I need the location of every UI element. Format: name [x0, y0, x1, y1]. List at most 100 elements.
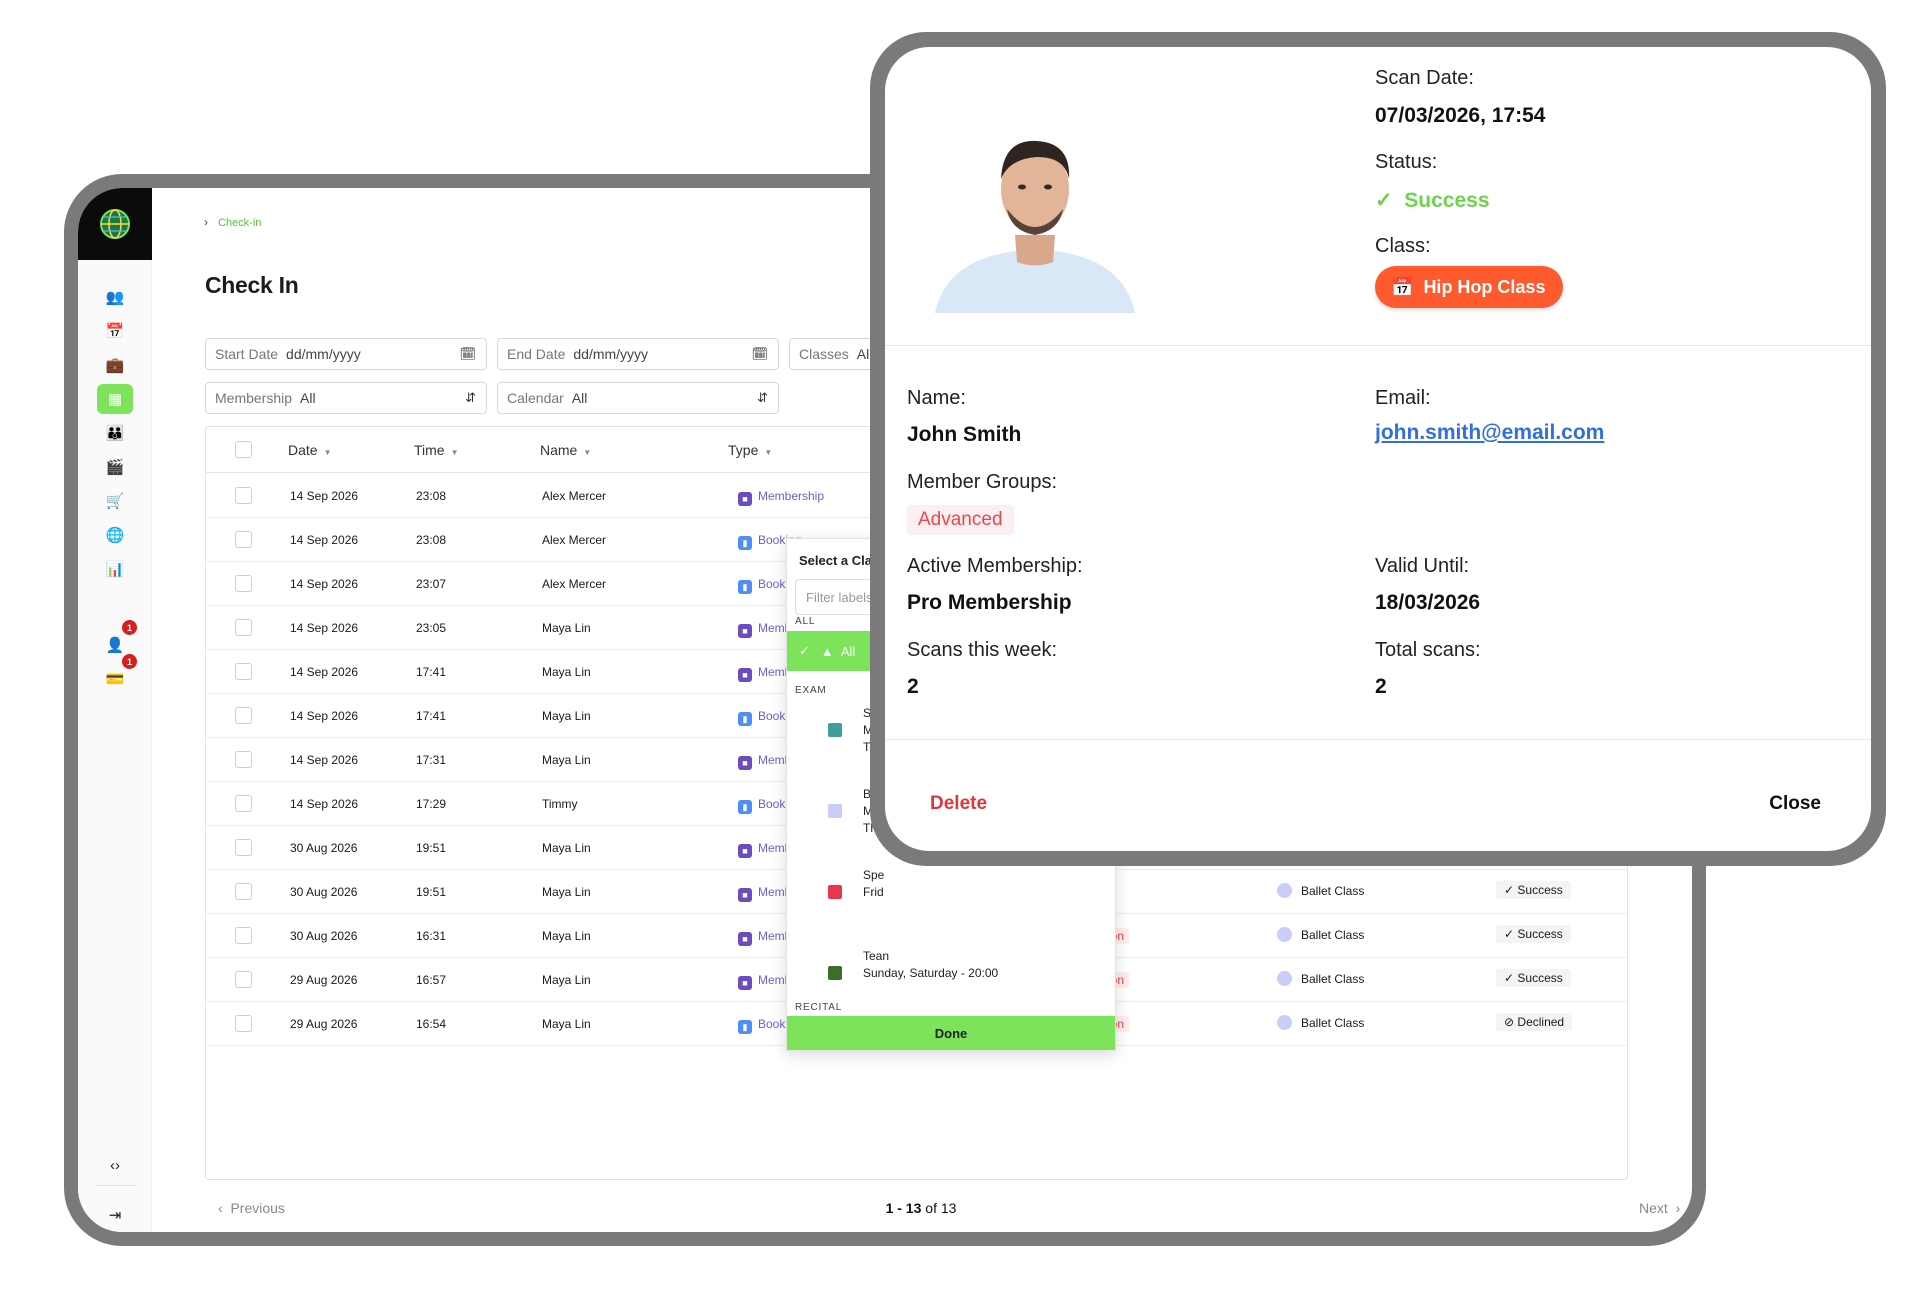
classes-label: Classes [799, 346, 849, 362]
status-badge: ✓ Success [1496, 881, 1571, 899]
select-all-checkbox[interactable] [235, 441, 252, 458]
breadcrumb-current[interactable]: Check-in [218, 217, 261, 229]
row-time: 23:07 [416, 577, 447, 591]
row-type: ■ Membership [738, 489, 824, 506]
check-icon: ✓ [1375, 189, 1393, 212]
pagination-range: 1 - 13 [885, 1200, 922, 1216]
groups-icon[interactable]: 👪 [97, 418, 133, 448]
row-class-label: Ballet Class [1301, 928, 1365, 942]
col-name[interactable]: Name ▼ [540, 442, 591, 458]
report-icon[interactable]: 📊 [97, 554, 133, 584]
calendar-icon[interactable]: 📅 [97, 316, 133, 346]
start-date-label: Start Date [215, 346, 279, 362]
delete-button[interactable]: Delete [930, 793, 987, 815]
status-badge: ✓ Success [1496, 925, 1571, 943]
next-page-button[interactable]: Next › [1639, 1200, 1680, 1216]
class-option[interactable]: Tean Sunday, Saturday - 20:00 [787, 944, 1115, 1004]
cart-icon[interactable]: 🛒 [97, 486, 133, 516]
row-class-label: Ballet Class [1301, 884, 1365, 898]
scans-week-value: 2 [907, 675, 919, 698]
status-badge: ✓ Success [1496, 969, 1571, 987]
row-time: 16:31 [416, 929, 447, 943]
row-checkbox[interactable] [235, 487, 252, 504]
membership-icon: ■ [738, 932, 752, 946]
row-name: Maya Lin [542, 929, 591, 943]
expand-sidebar-icon[interactable]: ‹› [97, 1150, 133, 1180]
row-checkbox[interactable] [235, 1015, 252, 1032]
calendar-value: All [571, 390, 588, 406]
row-checkbox[interactable] [235, 663, 252, 680]
membership-icon: ■ [738, 844, 752, 858]
row-checkbox[interactable] [235, 531, 252, 548]
col-date[interactable]: Date ▼ [288, 442, 332, 458]
row-date: 30 Aug 2026 [290, 841, 358, 855]
status-badge-label: Success [1517, 883, 1563, 897]
row-date: 30 Aug 2026 [290, 885, 358, 899]
membership-value: All [300, 390, 316, 406]
calendar-filter[interactable]: Calendar All ⇵ [497, 382, 779, 414]
section-exam: EXAM [795, 685, 827, 696]
class-color-swatch [828, 723, 842, 737]
class-option-schedule: Sunday, Saturday - 20:00 [863, 966, 999, 980]
row-name: Maya Lin [542, 841, 591, 855]
membership-filter[interactable]: Membership All ⇵ [205, 382, 487, 414]
row-checkbox[interactable] [235, 927, 252, 944]
class-option-text: Spe Frid [863, 867, 884, 901]
row-checkbox[interactable] [235, 707, 252, 724]
membership-icon: ■ [738, 492, 752, 506]
valid-until-value: 18/03/2026 [1375, 591, 1481, 614]
end-date-label: End Date [507, 346, 566, 362]
row-checkbox[interactable] [235, 795, 252, 812]
done-button[interactable]: Done [787, 1016, 1115, 1050]
sort-icon: ▼ [764, 448, 773, 457]
credit-card-icon[interactable]: 💳 1 [97, 654, 137, 694]
logout-icon[interactable]: ⇥ [97, 1200, 133, 1230]
row-checkbox[interactable] [235, 619, 252, 636]
row-status: ✓ Success [1496, 925, 1571, 943]
status-label: Status: [1375, 151, 1438, 173]
col-time-label: Time [414, 442, 445, 458]
row-class: Ballet Class [1277, 883, 1364, 898]
globe-logo-icon [100, 209, 130, 239]
class-option-schedule: Frid [863, 885, 884, 899]
qr-scan-icon[interactable]: ▦ [97, 384, 133, 414]
scan-details-modal: Scan Date: 07/03/2026, 17:54 Status: ✓ S… [885, 47, 1871, 851]
row-checkbox[interactable] [235, 883, 252, 900]
close-button[interactable]: Close [1769, 793, 1821, 815]
users-icon[interactable]: 👥 [97, 282, 133, 312]
class-badge[interactable]: 📅 Hip Hop Class [1375, 266, 1563, 308]
row-name: Alex Mercer [542, 533, 607, 547]
member-photo [925, 117, 1145, 313]
row-status: ✓ Success [1496, 969, 1571, 987]
end-date-value: dd/mm/yyyy [573, 346, 649, 362]
row-checkbox[interactable] [235, 751, 252, 768]
select-arrows-icon: ⇵ [465, 390, 476, 405]
start-date-filter[interactable]: Start Date dd/mm/yyyy 🗓 [205, 338, 487, 370]
col-date-label: Date [288, 442, 318, 458]
class-color-swatch [828, 885, 842, 899]
app-logo[interactable] [78, 188, 152, 260]
id-badge-icon[interactable]: 💼 [97, 350, 133, 380]
row-name: Maya Lin [542, 753, 591, 767]
class-option[interactable]: Spe Frid [787, 863, 1115, 923]
row-class: Ballet Class [1277, 971, 1364, 986]
calendar-picker-icon[interactable]: 🗓 [459, 346, 476, 362]
declined-icon: ⊘ [1504, 1015, 1515, 1029]
member-email-link[interactable]: john.smith@email.com [1375, 421, 1604, 445]
globe-icon[interactable]: 🌐 [97, 520, 133, 550]
col-type[interactable]: Type ▼ [728, 442, 772, 458]
calendar-picker-icon[interactable]: 🗓 [751, 346, 768, 362]
col-time[interactable]: Time ▼ [414, 442, 459, 458]
film-icon[interactable]: 🎬 [97, 452, 133, 482]
end-date-filter[interactable]: End Date dd/mm/yyyy 🗓 [497, 338, 779, 370]
row-date: 14 Sep 2026 [290, 797, 359, 811]
row-time: 17:41 [416, 709, 447, 723]
row-checkbox[interactable] [235, 971, 252, 988]
row-date: 14 Sep 2026 [290, 533, 359, 547]
select-arrows-icon: ⇵ [757, 390, 768, 405]
row-checkbox[interactable] [235, 839, 252, 856]
class-color-dot [1277, 971, 1292, 986]
row-type-label: Membership [758, 489, 825, 503]
row-checkbox[interactable] [235, 575, 252, 592]
class-label: Class: [1375, 235, 1431, 257]
